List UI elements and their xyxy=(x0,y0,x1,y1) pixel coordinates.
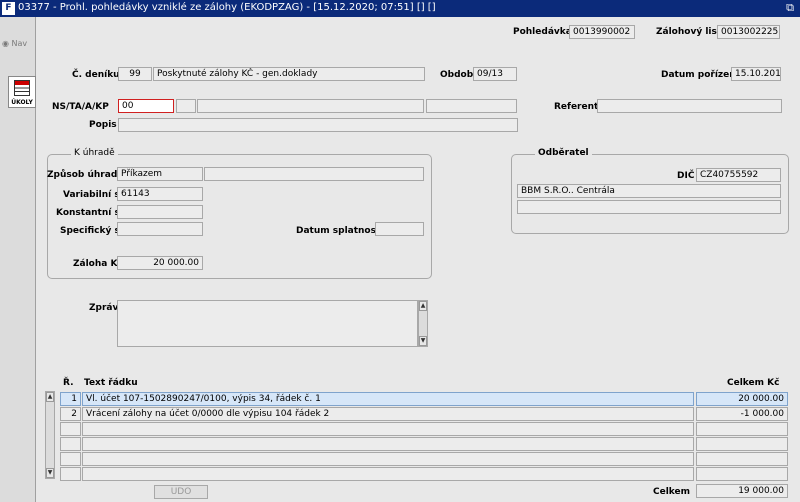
ta-field[interactable] xyxy=(176,99,196,113)
row-number-cell[interactable] xyxy=(60,467,81,481)
variabilni-symbol-label: Variabilní s. xyxy=(63,190,124,200)
celkem-field[interactable]: 19 000.00 xyxy=(696,484,788,498)
row-text-cell[interactable]: Vl. účet 107-1502890247/0100, výpis 34, … xyxy=(82,392,694,406)
row-number-cell[interactable] xyxy=(60,452,81,466)
ukoly-label: ÚKOLY xyxy=(11,99,33,106)
zalohovy-list-field[interactable]: 0013002225 xyxy=(717,25,780,39)
row-text-cell[interactable] xyxy=(82,437,694,451)
zpusob-uhrady-description[interactable] xyxy=(204,167,424,181)
udo-button[interactable]: UDO xyxy=(154,485,208,499)
nazev-deniku-field[interactable]: Poskytnuté zálohy KČ - gen.doklady xyxy=(153,67,425,81)
specificky-symbol-label: Specifický s. xyxy=(60,226,124,236)
popis-label: Popis xyxy=(89,120,117,130)
table-scrollbar[interactable]: ▲ ▼ xyxy=(45,391,55,479)
dic-field[interactable]: CZ40755592 xyxy=(696,168,781,182)
datum-porizeni-label: Datum pořízení xyxy=(661,70,739,80)
konstantni-symbol-field[interactable] xyxy=(117,205,203,219)
col-celkem-header: Celkem Kč xyxy=(727,378,780,388)
scroll-down-icon[interactable]: ▼ xyxy=(419,336,427,346)
celkem-label: Celkem xyxy=(653,487,691,497)
a-field[interactable] xyxy=(197,99,424,113)
row-text-cell[interactable] xyxy=(82,422,694,436)
datum-porizeni-field[interactable]: 15.10.2013 xyxy=(731,67,781,81)
row-number-cell[interactable]: 2 xyxy=(60,407,81,421)
zpusob-uhrady-field[interactable]: Příkazem xyxy=(117,167,203,181)
dic-label: DIČ xyxy=(677,171,695,181)
scroll-up-icon[interactable]: ▲ xyxy=(46,392,54,402)
k-uhrade-title: K úhradě xyxy=(71,148,118,158)
row-celkem-cell[interactable] xyxy=(696,467,788,481)
pohledavka-field[interactable]: 0013990002 xyxy=(569,25,635,39)
title-bar: F 03377 - Prohl. pohledávky vzniklé ze z… xyxy=(0,0,800,17)
specificky-symbol-field[interactable] xyxy=(117,222,203,236)
pohledavka-label: Pohledávka xyxy=(513,27,572,37)
konstantni-symbol-label: Konstantní s. xyxy=(56,208,124,218)
scroll-down-icon[interactable]: ▼ xyxy=(46,468,54,478)
left-toolbar: ◉ Nav ÚKOLY xyxy=(0,17,36,502)
ukoly-button[interactable]: ÚKOLY xyxy=(8,76,36,108)
ns-field[interactable]: 00 xyxy=(118,99,174,113)
col-text-header: Text řádku xyxy=(84,378,138,388)
zaloha-field[interactable]: 20 000.00 xyxy=(117,256,203,270)
zalohovy-list-label: Zálohový list xyxy=(656,27,722,37)
row-number-cell[interactable] xyxy=(60,422,81,436)
row-text-cell[interactable]: Vrácení zálohy na účet 0/0000 dle výpisu… xyxy=(82,407,694,421)
row-text-cell[interactable] xyxy=(82,452,694,466)
cislo-deniku-label: Č. deníku xyxy=(72,70,120,80)
obdobi-field[interactable]: 09/13 xyxy=(473,67,517,81)
col-radek-header: Ř. xyxy=(63,378,74,388)
nav-button[interactable]: ◉ Nav xyxy=(2,39,27,48)
restore-icon[interactable]: ⧉ xyxy=(786,1,794,15)
tasks-icon xyxy=(14,80,30,96)
cislo-deniku-field[interactable]: 99 xyxy=(118,67,152,81)
scroll-up-icon[interactable]: ▲ xyxy=(419,301,427,311)
row-celkem-cell[interactable] xyxy=(696,452,788,466)
referent-label: Referent xyxy=(554,102,599,112)
app-icon: F xyxy=(2,2,15,15)
odberatel-address-field[interactable] xyxy=(517,200,781,214)
window-title: 03377 - Prohl. pohledávky vzniklé ze zál… xyxy=(18,2,436,13)
row-celkem-cell[interactable]: -1 000.00 xyxy=(696,407,788,421)
zpusob-uhrady-label: Způsob úhrady xyxy=(47,170,124,180)
row-number-cell[interactable] xyxy=(60,437,81,451)
zprava-textarea[interactable] xyxy=(117,300,418,347)
datum-splatnosti-label: Datum splatnosti xyxy=(296,226,384,236)
zprava-scrollbar[interactable]: ▲ ▼ xyxy=(418,300,428,347)
datum-splatnosti-field[interactable] xyxy=(375,222,424,236)
ns-ta-a-kp-label: NS/TA/A/KP xyxy=(52,102,109,112)
popis-field[interactable] xyxy=(118,118,518,132)
kp-field[interactable] xyxy=(426,99,517,113)
row-celkem-cell[interactable] xyxy=(696,437,788,451)
row-number-cell[interactable]: 1 xyxy=(60,392,81,406)
odberatel-title: Odběratel xyxy=(535,148,592,158)
referent-field[interactable] xyxy=(597,99,782,113)
zaloha-label: Záloha Kč xyxy=(73,259,123,269)
nav-label: Nav xyxy=(11,39,28,48)
row-celkem-cell[interactable]: 20 000.00 xyxy=(696,392,788,406)
nav-icon: ◉ xyxy=(2,39,9,48)
odberatel-name-field[interactable]: BBM S.R.O.. Centrála xyxy=(517,184,781,198)
variabilni-symbol-field[interactable]: 61143 xyxy=(117,187,203,201)
obdobi-label: Období xyxy=(440,70,477,80)
row-celkem-cell[interactable] xyxy=(696,422,788,436)
row-text-cell[interactable] xyxy=(82,467,694,481)
